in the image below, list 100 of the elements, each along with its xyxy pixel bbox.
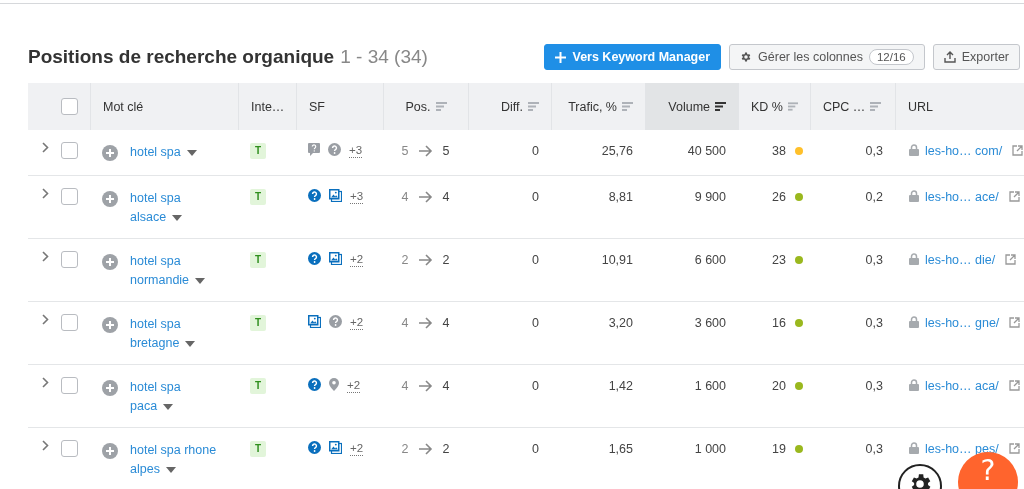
external-link-icon[interactable] (1012, 145, 1024, 156)
position-difference: 0 (532, 252, 539, 268)
position-difference: 0 (532, 441, 539, 457)
column-header[interactable]: SF (296, 83, 383, 130)
url-link[interactable]: les-ho… gne/ (925, 315, 1000, 331)
row-checkbox[interactable] (61, 142, 78, 159)
arrow-right-icon (418, 191, 433, 203)
add-circle-icon[interactable] (102, 254, 118, 270)
column-header[interactable]: CPC … (810, 83, 895, 130)
lock-icon (909, 253, 919, 265)
row-checkbox[interactable] (61, 440, 78, 457)
previous-position: 4 (401, 189, 409, 205)
external-link-icon[interactable] (1005, 254, 1017, 265)
column-header[interactable]: Volume (645, 83, 738, 130)
current-position: 4 (442, 378, 450, 394)
search-volume: 1 600 (694, 378, 726, 394)
more-features-link[interactable]: +2 (350, 315, 364, 330)
external-link-icon[interactable] (1008, 380, 1020, 391)
add-circle-icon[interactable] (102, 380, 118, 396)
more-features-link[interactable]: +3 (350, 189, 364, 204)
column-header[interactable]: KD % (738, 83, 810, 130)
current-position: 5 (442, 143, 450, 159)
keyword-link[interactable]: normandie (130, 271, 190, 290)
more-features-link[interactable]: +2 (347, 378, 361, 393)
export-button[interactable]: Exporter (932, 44, 1020, 70)
row-checkbox[interactable] (61, 188, 78, 205)
url-link[interactable]: les-ho… aca/ (925, 378, 999, 394)
more-features-link[interactable]: +2 (350, 441, 364, 456)
column-header[interactable]: Inte… (238, 83, 296, 130)
row-checkbox[interactable] (61, 314, 78, 331)
intent-badge: T (250, 143, 267, 159)
manage-columns-button[interactable]: Gérer les colonnes 12/16 (729, 44, 925, 70)
external-link-icon[interactable] (1008, 191, 1020, 202)
keyword-link[interactable]: hotel spa rhone (130, 441, 217, 460)
url-link[interactable]: les-ho… ace/ (925, 189, 999, 205)
add-circle-icon[interactable] (102, 317, 118, 333)
keyword-link[interactable]: paca (130, 397, 158, 416)
position-difference: 0 (532, 315, 539, 331)
lock-icon (909, 190, 919, 202)
chevron-right-icon[interactable] (42, 440, 49, 451)
row-checkbox[interactable] (61, 251, 78, 268)
chevron-right-icon[interactable] (42, 142, 49, 153)
chevron-right-icon[interactable] (42, 377, 49, 388)
caret-down-icon[interactable] (186, 149, 197, 156)
keyword-link[interactable]: hotel spa (130, 189, 181, 208)
keyword-link[interactable]: hotel spa (130, 315, 181, 334)
lock-icon (909, 144, 919, 156)
keyword-link[interactable]: bretagne (130, 334, 180, 353)
settings-icon (740, 51, 753, 63)
chevron-right-icon[interactable] (42, 188, 49, 199)
url-link[interactable]: les-ho… die/ (925, 252, 996, 268)
keyword-manager-button[interactable]: Vers Keyword Manager (544, 44, 722, 70)
caret-down-icon[interactable] (185, 340, 196, 347)
keyword-link[interactable]: hotel spa (130, 143, 181, 162)
column-header[interactable]: URL (895, 83, 1024, 130)
upload-icon (943, 51, 956, 63)
sort-icon[interactable] (715, 102, 726, 111)
keyword-link[interactable]: hotel spa (130, 378, 181, 397)
column-header[interactable]: Diff. (468, 83, 551, 130)
caret-down-icon[interactable] (165, 466, 176, 473)
column-count-badge: 12/16 (868, 49, 914, 65)
column-header[interactable]: Mot clé (90, 83, 238, 130)
keyword-difficulty: 19 (772, 441, 786, 457)
arrow-right-icon (418, 317, 433, 329)
external-link-icon[interactable] (1009, 317, 1021, 328)
search-volume: 3 600 (694, 315, 726, 331)
column-header[interactable]: Pos. (383, 83, 468, 130)
arrow-right-icon (418, 380, 433, 392)
add-circle-icon[interactable] (102, 443, 118, 459)
cost-per-click: 0,3 (865, 315, 883, 331)
cost-per-click: 0,2 (865, 189, 883, 205)
intent-badge: T (250, 189, 267, 205)
lock-icon (909, 379, 919, 391)
url-link[interactable]: les-ho… com/ (925, 143, 1003, 159)
caret-down-icon[interactable] (172, 214, 183, 221)
lock-icon (909, 442, 919, 454)
page-title: Positions de recherche organique (28, 46, 335, 68)
more-features-link[interactable]: +2 (350, 252, 364, 267)
caret-down-icon[interactable] (195, 277, 206, 284)
add-circle-icon[interactable] (102, 191, 118, 207)
previous-position: 2 (401, 252, 409, 268)
chevron-right-icon[interactable] (42, 251, 49, 262)
keyword-link[interactable]: hotel spa (130, 252, 181, 271)
add-circle-icon[interactable] (102, 145, 118, 161)
current-position: 2 (442, 441, 450, 457)
arrow-right-icon (418, 254, 433, 266)
cost-per-click: 0,3 (865, 143, 883, 159)
chevron-right-icon[interactable] (42, 314, 49, 325)
external-link-icon[interactable] (1008, 443, 1020, 454)
more-features-link[interactable]: +3 (349, 143, 363, 158)
position-difference: 0 (532, 378, 539, 394)
search-volume: 6 600 (694, 252, 726, 268)
caret-down-icon[interactable] (163, 403, 174, 410)
keyword-link[interactable]: alsace (130, 208, 167, 227)
keyword-link[interactable]: alpes (130, 460, 160, 479)
cost-per-click: 0,3 (865, 441, 883, 457)
current-position: 4 (442, 189, 450, 205)
arrow-right-icon (418, 443, 433, 455)
row-checkbox[interactable] (61, 377, 78, 394)
select-all-checkbox[interactable] (61, 98, 78, 115)
